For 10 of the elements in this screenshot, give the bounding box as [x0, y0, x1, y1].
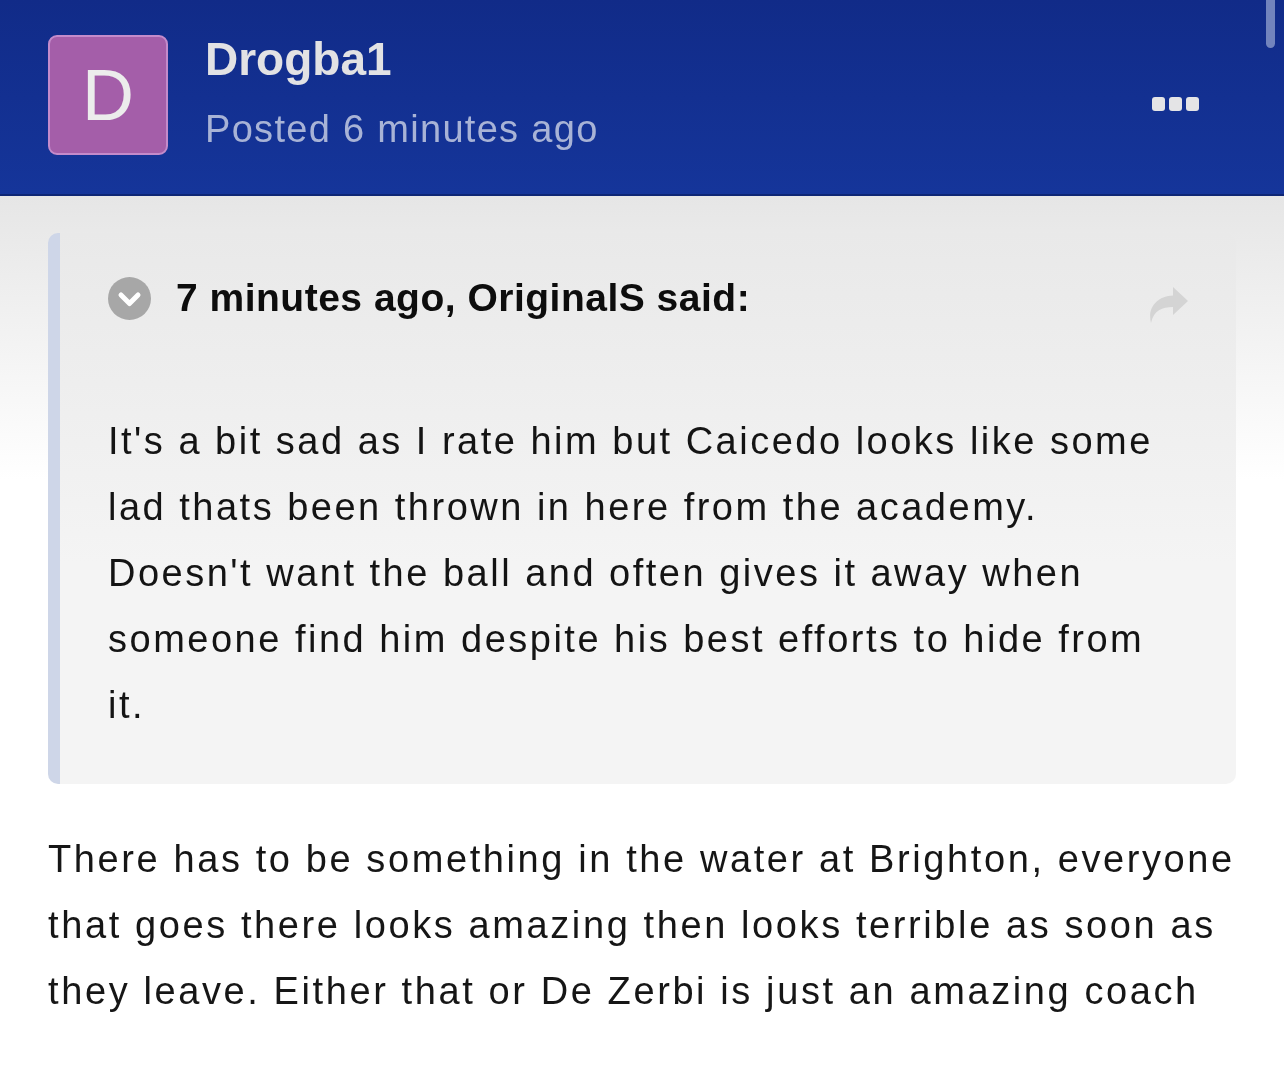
post-text: There has to be something in the water at Brighton, everyone that goes there looks amazing then looks terrible as soon as they leave. Either that or De Zerbi is just an amazing coach — [48, 837, 1236, 1014]
post-time: Posted 6 minutes ago — [205, 107, 599, 152]
author-name[interactable]: Drogba1 — [205, 32, 392, 86]
share-arrow-icon[interactable] — [1148, 287, 1188, 323]
more-options-icon[interactable] — [1152, 97, 1199, 111]
chevron-down-icon[interactable] — [108, 276, 151, 320]
quote-text: It's a bit sad as I rate him but Caicedo looks like some lad thats been thrown in here from the academy. Doesn't want the ball and often gives it away when someone find him despite his best efforts to hide from it. — [108, 419, 1154, 728]
quote-citation: 7 minutes ago, OriginalS said: — [176, 276, 751, 320]
avatar[interactable]: D — [48, 35, 168, 155]
scrollbar-thumb — [1266, 0, 1275, 48]
